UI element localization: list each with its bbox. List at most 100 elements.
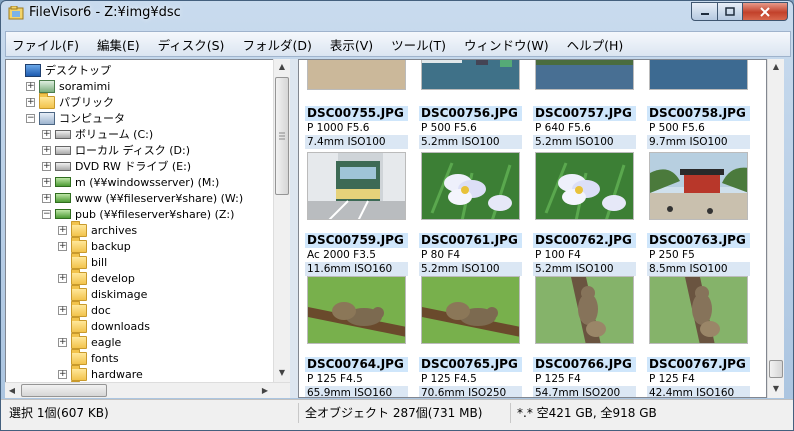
expand-icon[interactable]: + [42,161,51,171]
photo-thumbnail[interactable] [307,276,406,344]
tree-item[interactable]: + develop [58,268,135,286]
tree-horizontal-scrollbar[interactable]: ◀ ▶ [5,382,290,398]
scroll-up-icon[interactable]: ▲ [275,59,289,74]
net-icon [55,193,71,203]
status-total: 全オブジェクト 287個(731 MB) [301,403,511,423]
tree-item[interactable]: + ボリューム (C:) [42,126,153,142]
tree-item-label: develop [91,271,135,285]
photo-thumbnail[interactable] [421,276,520,344]
scroll-down-icon[interactable]: ▼ [769,381,783,396]
tree-item-label: diskimage [91,287,148,301]
tree-item[interactable]: downloads [58,316,150,334]
expand-icon[interactable]: + [58,305,67,315]
tree-hscroll-thumb[interactable] [21,384,107,397]
menu-item-1[interactable]: 編集(E) [97,35,140,54]
user-icon [39,79,55,93]
folder-icon [71,284,87,301]
folder-icon [71,268,87,285]
tree-item[interactable]: bill [58,252,107,270]
tree-item-label: ローカル ディスク (D:) [75,144,190,157]
scroll-left-icon[interactable]: ◀ [5,383,19,398]
tree-item[interactable]: デスクトップ [12,62,111,78]
expand-icon[interactable]: + [58,337,67,347]
tree-item[interactable]: + DVD RW ドライブ (E:) [42,158,191,174]
tree-item-label: soramimi [59,79,111,93]
folder-icon [71,348,87,365]
scroll-up-icon[interactable]: ▲ [769,59,783,74]
title-bar[interactable]: FileVisor6 - Z:¥img¥dsc [1,1,793,30]
menu-item-6[interactable]: ウィンドウ(W) [464,35,549,54]
folder-icon [71,364,87,381]
folder-tree[interactable]: デスクトップ + soramimi + パブリック − コンピュータ + ボリューム (C:) +… [5,59,275,397]
expand-icon[interactable]: + [58,225,67,235]
tree-item-label: www (¥¥fileserver¥share) (W:) [75,191,244,205]
thumbnail-item[interactable]: DSC00765.JPG P 125 F4.5 70.6mm ISO250 [417,60,524,397]
photo-thumbnail[interactable] [649,276,748,344]
tree-item-label: archives [91,223,138,237]
maximize-button[interactable] [717,2,743,21]
expand-icon[interactable]: + [26,97,35,107]
app-icon [8,6,24,20]
folder-icon [71,316,87,333]
thumbnail-item[interactable]: DSC00767.JPG P 125 F4 42.4mm ISO160 [645,60,752,397]
tree-item[interactable]: + ローカル ディスク (D:) [42,142,190,158]
menu-bar: ファイル(F) 編集(E) ディスク(S) フォルダ(D) 表示(V) ツール(T) ウィン… [5,31,791,57]
tree-item[interactable]: + backup [58,236,131,254]
collapse-icon[interactable]: − [26,113,35,123]
scroll-right-icon[interactable]: ▶ [258,383,272,398]
menu-item-2[interactable]: ディスク(S) [158,35,225,54]
expand-icon[interactable]: + [42,177,51,187]
expand-icon[interactable]: + [58,241,67,251]
drive-icon [55,161,71,171]
expand-icon[interactable]: + [42,193,51,203]
expand-icon[interactable]: + [26,81,35,91]
thumbnail-item[interactable]: DSC00764.JPG P 125 F4.5 65.9mm ISO160 [303,60,410,397]
tree-item[interactable]: fonts [58,348,119,366]
tree-item[interactable]: + パブリック [26,92,114,110]
maximize-icon [725,6,735,16]
tree-item-label: fonts [91,351,119,365]
tree-item[interactable]: + doc [58,300,111,318]
folder-icon [39,92,55,109]
close-button[interactable] [742,2,788,21]
exposure-info: P 125 F4 [535,373,581,385]
scroll-down-icon[interactable]: ▼ [275,365,289,380]
expand-icon[interactable]: + [58,273,67,283]
tree-item-label: DVD RW ドライブ (E:) [75,160,192,173]
tree-item[interactable]: + m (¥¥windowsserver) (M:) [42,174,219,190]
thumbnail-item[interactable]: DSC00766.JPG P 125 F4 54.7mm ISO200 [531,60,638,397]
tree-item[interactable]: + eagle [58,332,121,350]
folder-icon [71,236,87,253]
menu-item-0[interactable]: ファイル(F) [12,35,79,54]
menu-item-5[interactable]: ツール(T) [391,35,446,54]
menu-item-3[interactable]: フォルダ(D) [242,35,311,54]
pane-splitter[interactable] [290,59,298,398]
tree-item[interactable]: diskimage [58,284,148,302]
minimize-button[interactable] [691,2,718,21]
expand-icon[interactable]: + [58,369,67,379]
grid-scroll-thumb[interactable] [769,360,783,378]
tree-item[interactable]: + www (¥¥fileserver¥share) (W:) [42,190,243,206]
filevisor-window: FileVisor6 - Z:¥img¥dsc ファイル(F) 編集(E) ディスク… [0,0,794,431]
thumbnail-grid[interactable]: DSC00755.JPG P 1000 F5.6 7.4mm ISO100 DSC00… [298,59,767,398]
menu-item-7[interactable]: ヘルプ(H) [567,35,624,54]
file-name: DSC00765.JPG [419,357,522,372]
tree-scroll-thumb[interactable] [275,77,289,195]
grid-vertical-scrollbar[interactable]: ▲ ▼ [767,59,784,398]
tree-item[interactable]: + hardware [58,364,143,382]
menu-item-4[interactable]: 表示(V) [330,35,373,54]
tree-item[interactable]: + archives [58,220,138,238]
drive-icon [55,129,71,139]
tree-item[interactable]: − pub (¥¥fileserver¥share) (Z:) [42,206,234,222]
expand-icon[interactable]: + [42,129,51,139]
expand-icon[interactable]: + [42,145,51,155]
tree-vertical-scrollbar[interactable]: ▲ ▼ [273,59,290,397]
tree-item[interactable]: − コンピュータ [26,110,125,126]
collapse-icon[interactable]: − [42,209,51,219]
photo-thumbnail[interactable] [535,276,634,344]
tree-item[interactable]: + soramimi [26,78,110,94]
exposure-info: P 125 F4.5 [421,373,477,385]
